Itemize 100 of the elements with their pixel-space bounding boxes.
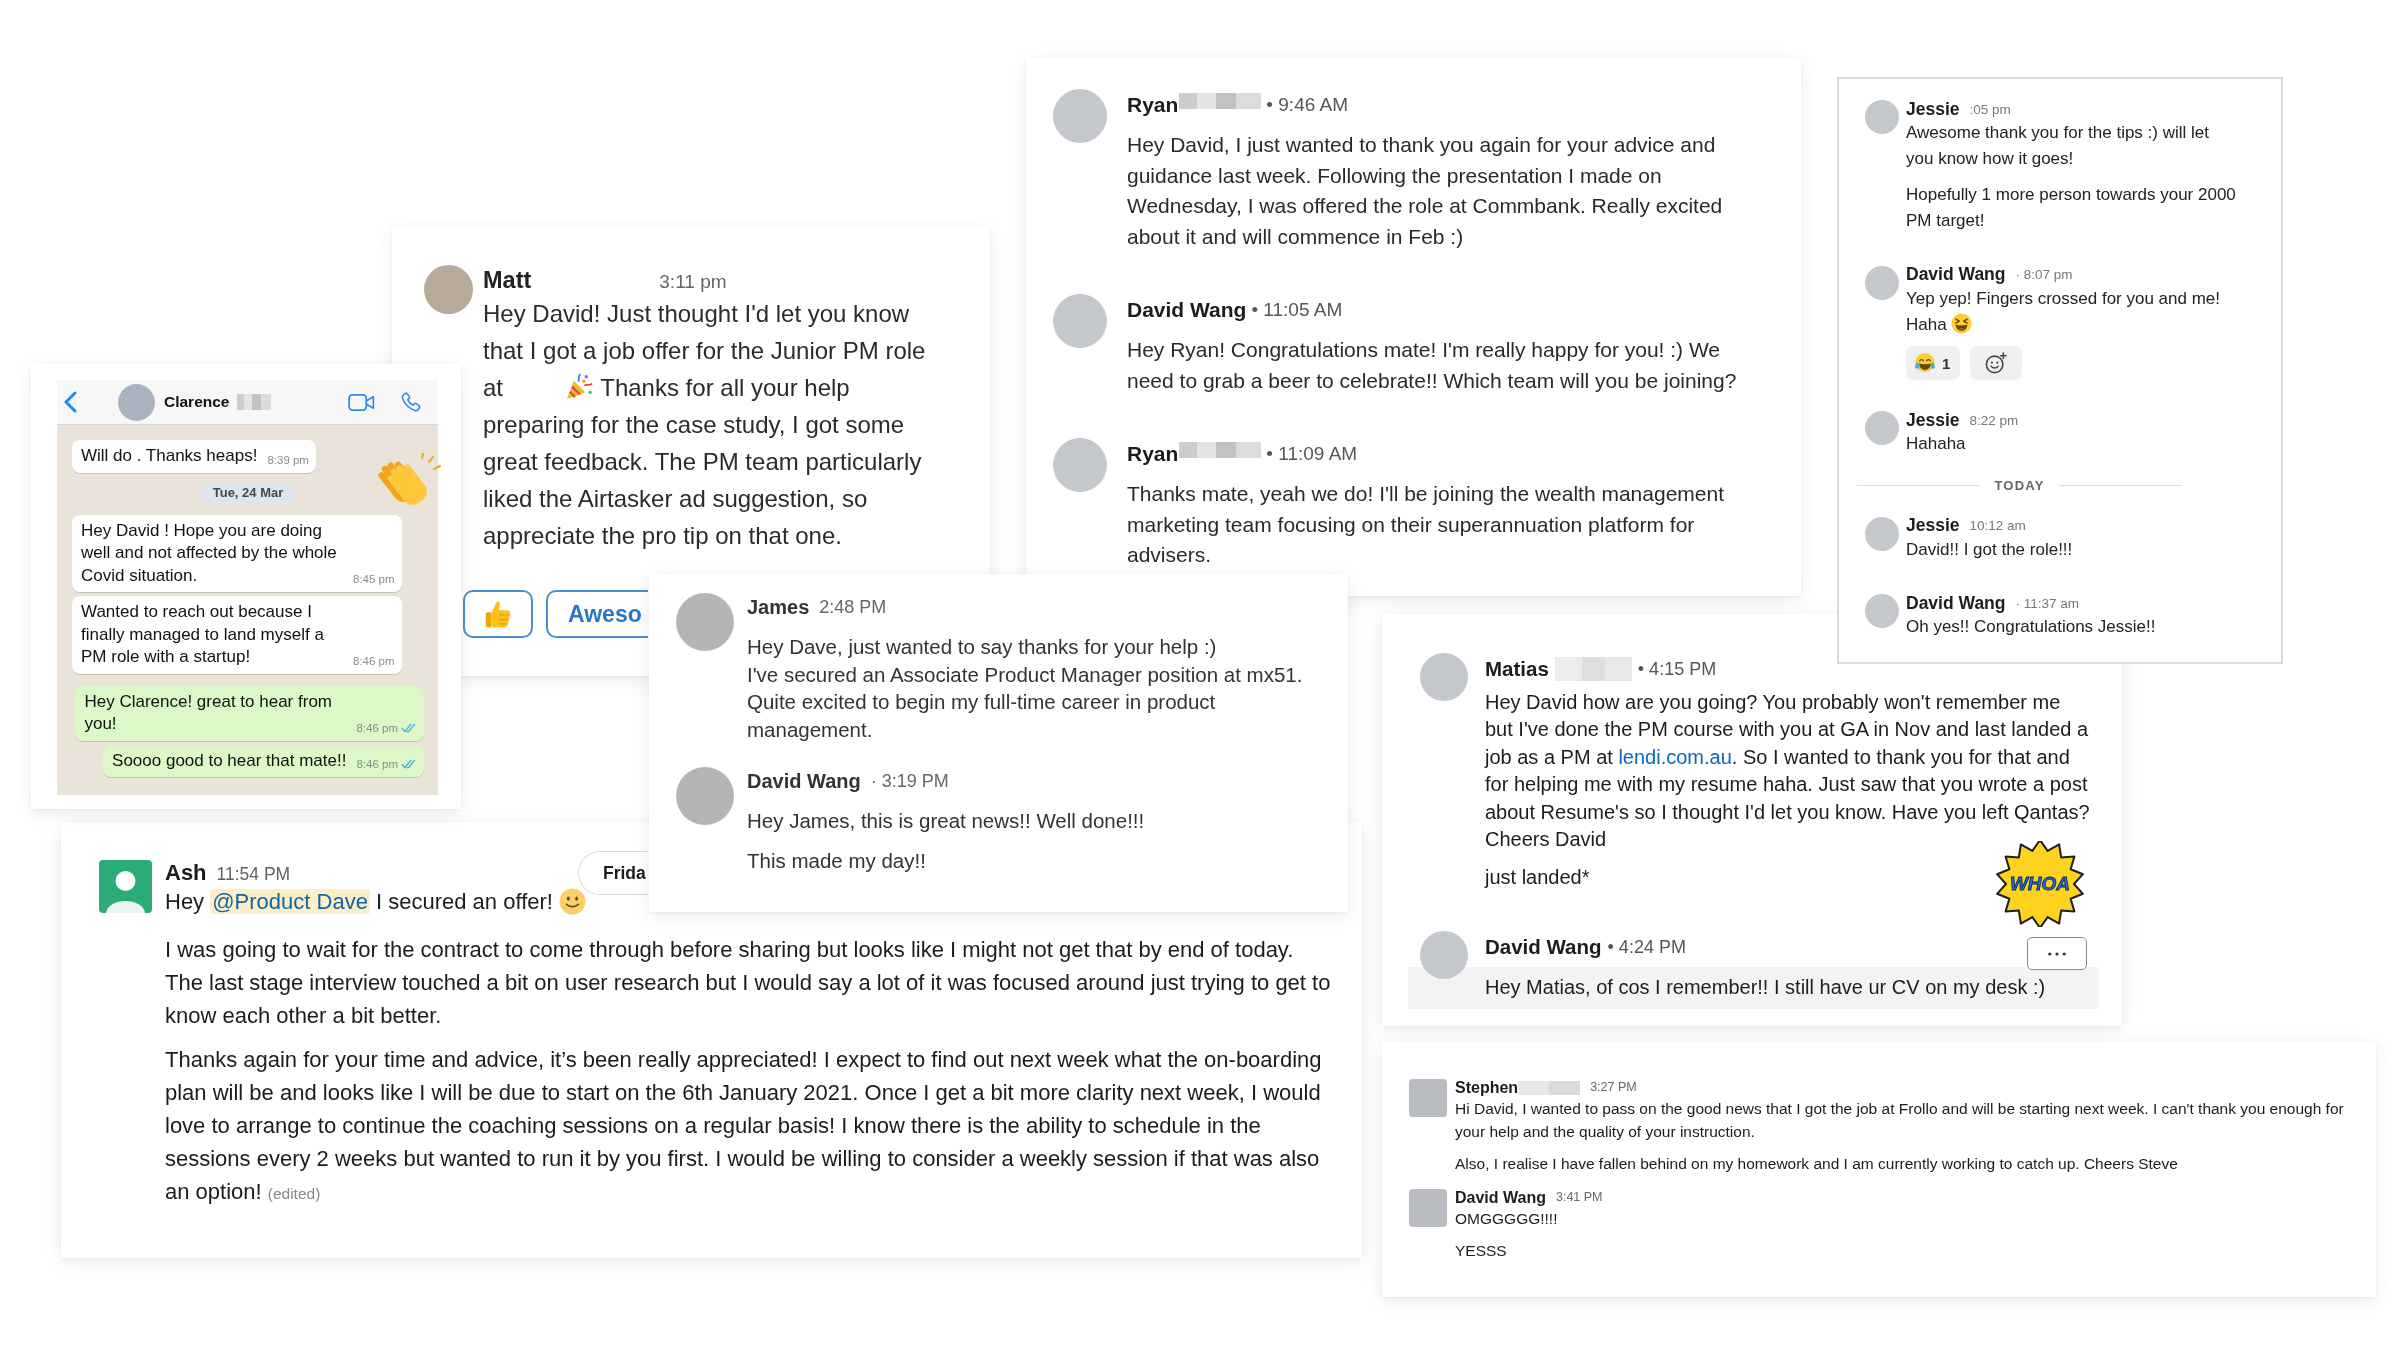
message-text: Also, I realise I have fallen behind on my homework and I am currently working to catch up. Cheers Steve bbox=[1455, 1153, 2179, 1174]
date-divider-pill[interactable]: Frida bbox=[578, 851, 648, 895]
message-text: Hey David, I just wanted to thank you again for your advice and guidance last week. Following the presentation I made on Wednesday, I was offered the role at Commbank. Really excited about it and will commence in Feb :) bbox=[1127, 132, 1724, 250]
sender-name: David Wang bbox=[1906, 264, 2006, 286]
message-time: :05 pm bbox=[1969, 101, 2011, 117]
quick-reply-button[interactable] bbox=[463, 590, 533, 638]
message-text: Hey Dave, just wanted to say thanks for your help :) I've secured an Associate Product Manager position at mx51. Quite excited to begin my full-time career in product management. bbox=[747, 634, 1304, 743]
message-time: • 9:46 AM bbox=[1266, 94, 1348, 116]
sender-name: David Wang bbox=[1127, 298, 1247, 322]
message-time: • 4:24 PM bbox=[1607, 936, 1686, 958]
message-time: 8:22 pm bbox=[1969, 412, 2019, 428]
message-text: Hey David ! Hope you are doing well and not affected by the whole Covid situation. bbox=[81, 519, 338, 587]
message-text: Hi David, I wanted to pass on the good news that I got the job at Frollo and will be starting next week. I can't thank you enough for your help and the quality of your instruction. bbox=[1455, 1099, 2345, 1142]
message-time: 11:54 PM bbox=[216, 864, 291, 885]
message-text: just landed* bbox=[1485, 865, 1590, 891]
message-text: Oh yes!! Congratulations Jessie!! bbox=[1906, 616, 2157, 639]
more-button[interactable] bbox=[2027, 937, 2087, 971]
message-time: · 11:37 am bbox=[2015, 595, 2080, 611]
smiling-face-icon bbox=[559, 888, 587, 915]
party-popper-icon bbox=[565, 372, 594, 401]
message-time: 8:46 pm bbox=[353, 653, 395, 668]
message-time: 3:27 PM bbox=[1590, 1079, 1637, 1096]
message-time: · 3:19 PM bbox=[870, 770, 949, 792]
tears-of-joy-face-icon bbox=[1914, 352, 1936, 375]
message-text: This made my day!! bbox=[747, 847, 927, 874]
message-text: I was going to wait for the contract to come through before sharing but looks like I might not get that by end of today. The last stage interview touched a bit on user research but I would say a lot of it was focused around just trying to get to know each other a bit better. bbox=[165, 936, 1332, 1030]
avatar-placeholder bbox=[1865, 594, 1899, 629]
message-text: Hey Ryan! Congratulations mate! I'm really happy for you! :) We need to grab a beer to celebrate!! Which team will you be joining? bbox=[1127, 337, 1738, 394]
message-text: Thanks again for your time and advice, it’s been really appreciated! I expect to find out next week what the on-boarding plan will be and looks like I will be due to start on the 6th January 2021. Once I get a bit more clarity next week, I would love to arrange to continue the coaching sessions on a regular basis! I know there is the ability to schedule in the sessions every 2 weeks but wanted to run it by you first. I would be willing to consider a weekly session if that was also an option! (edited) bbox=[165, 1046, 1323, 1206]
sender-name: Ryan bbox=[1127, 93, 1179, 117]
avatar-placeholder bbox=[424, 265, 473, 314]
link[interactable]: lendi.com.au bbox=[1618, 745, 1732, 768]
message-time: • 11:05 AM bbox=[1251, 299, 1343, 321]
sender-name: Jessie bbox=[1906, 409, 1960, 431]
sender-name: David Wang bbox=[1455, 1189, 1546, 1207]
avatar-placeholder bbox=[1053, 89, 1107, 143]
avatar-placeholder bbox=[1053, 438, 1107, 492]
message-time: 8:46 pm bbox=[356, 757, 398, 771]
message-time: 3:11 pm bbox=[659, 270, 727, 294]
message-time: 3:41 PM bbox=[1555, 1189, 1603, 1207]
avatar-placeholder bbox=[1409, 1079, 1447, 1117]
sender-name: Matt bbox=[483, 266, 532, 295]
message-text: Hey Clarence! great to hear from you! bbox=[84, 690, 333, 735]
edited-label: (edited) bbox=[267, 1184, 321, 1202]
video-camera-icon[interactable] bbox=[348, 392, 375, 412]
whoa-sticker: WHOA bbox=[1994, 841, 2086, 928]
message-text: Will do . Thanks heaps! bbox=[81, 445, 258, 467]
message-text: Yep yep! Fingers crossed for you and me! Haha bbox=[1906, 287, 2222, 337]
reaction-pill[interactable]: 1 bbox=[1906, 346, 1961, 381]
message-text: Thanks mate, yeah we do! I'll be joining the wealth management marketing team focusing on their superannuation platform for advisers. bbox=[1127, 481, 1726, 568]
message-time: 8:39 pm bbox=[267, 452, 309, 467]
phone-icon[interactable] bbox=[399, 390, 422, 414]
avatar-placeholder bbox=[1053, 294, 1107, 348]
sender-name: Jessie bbox=[1906, 515, 1960, 537]
message-text: Hey David! Just thought I'd let you know that I got a job offer for the Junior PM role at Thanks for all your help preparing for the case study, I got some great feedback. The PM team particularly liked the Airtasker ad suggestion, so appreciate the pro tip on that one. bbox=[483, 299, 927, 551]
message-text: Hahaha bbox=[1906, 433, 1967, 456]
avatar-placeholder bbox=[1865, 411, 1899, 446]
back-icon[interactable] bbox=[63, 391, 77, 413]
sender-name: Stephen bbox=[1455, 1079, 1519, 1096]
message-text: Wanted to reach out because I finally managed to land myself a PM role with a startup! bbox=[81, 601, 325, 668]
message-text: Hey Matias, of cos I remember!! I still have ur CV on my desk :) bbox=[1485, 975, 2047, 1001]
message-text: Soooo good to hear that mate!! bbox=[112, 749, 347, 772]
sender-name: Ash bbox=[165, 860, 207, 886]
sender-name: David Wang bbox=[1906, 592, 2006, 614]
message-text: Awesome thank you for the tips :) will let you know how it goes! bbox=[1906, 122, 2210, 171]
message-time: · 8:07 pm bbox=[2015, 267, 2073, 283]
date-divider-label: TODAY bbox=[1994, 477, 2045, 493]
avatar-placeholder bbox=[1865, 516, 1899, 551]
default-avatar-icon bbox=[99, 860, 152, 913]
message-text: Hey James, this is great news!! Well done!!! bbox=[747, 808, 1146, 834]
message-time: 2:48 PM bbox=[819, 596, 887, 618]
message-time: 8:45 pm bbox=[353, 572, 395, 586]
message-text: Hopefully 1 more person towards your 2000 PM target! bbox=[1906, 183, 2236, 233]
sender-name: David Wang bbox=[1485, 935, 1602, 960]
avatar-placeholder bbox=[118, 383, 155, 421]
message-time: • 11:09 AM bbox=[1266, 443, 1358, 465]
quick-reply-button[interactable]: Aweso bbox=[546, 590, 648, 638]
message-time: 8:46 pm bbox=[356, 720, 398, 735]
message-text: OMGGGGG!!!! bbox=[1455, 1209, 1559, 1230]
sender-name: Ryan bbox=[1127, 442, 1179, 466]
message-time: • 4:15 PM bbox=[1637, 658, 1717, 680]
avatar-placeholder bbox=[1420, 653, 1468, 701]
date-label: Tue, 24 Mar bbox=[201, 482, 295, 503]
contact-name: Clarence bbox=[164, 393, 230, 411]
mention-link[interactable]: @Product Dave bbox=[210, 889, 370, 914]
thumbs-up-icon bbox=[483, 599, 513, 629]
add-reaction-button[interactable] bbox=[1970, 346, 2023, 381]
avatar-placeholder bbox=[1420, 931, 1468, 980]
message-text: David!! I got the role!!! bbox=[1906, 538, 2074, 561]
add-reaction-icon bbox=[1985, 352, 2008, 375]
sender-name: Jessie bbox=[1906, 98, 1960, 120]
message-text: YESSS bbox=[1455, 1241, 1508, 1262]
avatar-placeholder bbox=[1865, 265, 1899, 300]
message-time: 10:12 am bbox=[1969, 518, 2026, 534]
sender-name: Matias bbox=[1485, 657, 1549, 681]
more-icon bbox=[2048, 951, 2066, 956]
sender-name: David Wang bbox=[747, 769, 861, 793]
sender-name: James bbox=[747, 595, 810, 619]
avatar-placeholder bbox=[1865, 100, 1899, 134]
avatar-placeholder bbox=[1409, 1189, 1447, 1228]
